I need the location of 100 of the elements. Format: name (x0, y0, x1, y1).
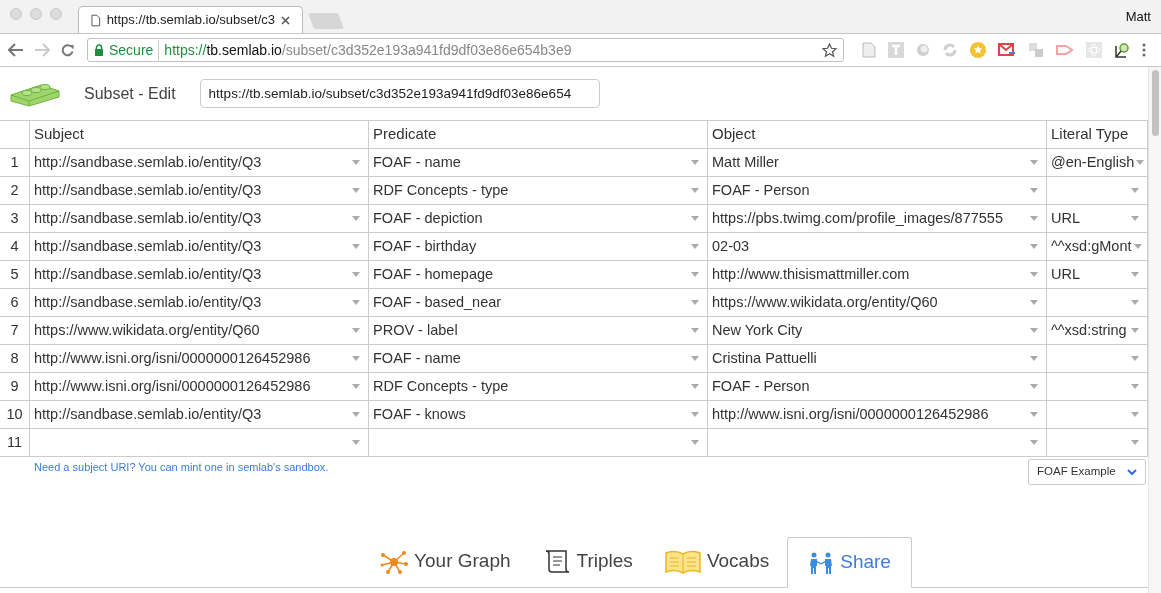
view-tab[interactable]: Triples (528, 536, 647, 587)
caret-icon (691, 384, 699, 389)
dropdown-cell[interactable]: RDF Concepts - type (369, 177, 708, 204)
dropdown-cell[interactable]: FOAF - homepage (369, 261, 708, 288)
window-close-button[interactable] (10, 8, 22, 20)
dropdown-cell[interactable]: https://www.wikidata.org/entity/Q60 (708, 289, 1047, 316)
dropdown-cell[interactable]: FOAF - Person (708, 177, 1047, 204)
caret-icon (1131, 300, 1139, 305)
dropdown-cell[interactable]: http://www.isni.org/isni/0000000126452986 (30, 373, 369, 400)
caret-icon (352, 328, 360, 333)
dropdown-cell[interactable]: FOAF - Person (708, 373, 1047, 400)
column-header: Predicate (373, 124, 437, 145)
caret-icon (1030, 412, 1038, 417)
dropdown-cell[interactable]: New York City (708, 317, 1047, 344)
menu-icon[interactable] (1142, 43, 1146, 57)
caret-icon (1131, 188, 1139, 193)
caret-icon (1030, 356, 1038, 361)
view-tab[interactable]: Your Graph (366, 536, 525, 587)
dropdown-cell[interactable]: FOAF - depiction (369, 205, 708, 232)
caret-icon (691, 188, 699, 193)
document-icon (91, 13, 101, 27)
dropdown-cell[interactable]: RDF Concepts - type (369, 373, 708, 400)
dropdown-cell[interactable]: PROV - label (369, 317, 708, 344)
star-badge-icon[interactable] (970, 42, 986, 58)
close-icon[interactable] (281, 15, 290, 25)
caret-icon (691, 272, 699, 277)
scrollbar-thumb[interactable] (1151, 70, 1159, 136)
page-icon[interactable] (862, 42, 876, 58)
dropdown-cell[interactable]: https://www.wikidata.org/entity/Q60 (30, 317, 369, 344)
caret-icon (691, 356, 699, 361)
dropdown-cell[interactable]: http://www.isni.org/isni/0000000126452986 (708, 401, 1047, 428)
book-icon (664, 549, 701, 574)
dropdown-cell[interactable]: http://sandbase.semlab.io/entity/Q3 (30, 233, 369, 260)
dropdown-cell[interactable]: https://pbs.twimg.com/profile_images/877555 (708, 205, 1047, 232)
column-header: Subject (34, 124, 85, 145)
new-tab-button[interactable] (308, 13, 344, 29)
caret-icon (691, 328, 699, 333)
caret-icon (691, 216, 699, 221)
back-icon[interactable] (8, 43, 24, 57)
window-minimize-button[interactable] (30, 8, 42, 20)
dropdown-cell[interactable]: FOAF - knows (369, 401, 708, 428)
mail-icon[interactable] (998, 43, 1016, 57)
caret-icon (691, 244, 699, 249)
dropdown-cell[interactable]: http://sandbase.semlab.io/entity/Q3 (30, 177, 369, 204)
dropdown-cell[interactable]: http://www.thisismattmiller.com (708, 261, 1047, 288)
dropdown-cell[interactable]: FOAF - based_near (369, 289, 708, 316)
caret-icon (352, 216, 360, 221)
dropdown-cell[interactable]: FOAF - birthday (369, 233, 708, 260)
dropdown-cell[interactable]: FOAF - name (369, 345, 708, 372)
secure-label: Secure (109, 39, 160, 61)
squares-icon[interactable] (1028, 42, 1044, 58)
row-number: 8 (10, 348, 19, 368)
dropdown-cell[interactable]: http://sandbase.semlab.io/entity/Q3 (30, 289, 369, 316)
star-icon[interactable] (822, 42, 837, 58)
text-extension-icon[interactable] (888, 42, 904, 58)
sync-icon[interactable] (942, 42, 958, 58)
browser-tab[interactable]: https://tb.semlab.io/subset/c3 (78, 6, 303, 33)
lock-icon (94, 44, 104, 56)
magnifier-icon[interactable] (1114, 42, 1130, 58)
forward-icon[interactable] (34, 43, 50, 57)
row-number: 9 (10, 376, 19, 396)
caret-icon (1131, 272, 1139, 277)
dropdown-cell[interactable]: FOAF - name (369, 149, 708, 176)
dropdown-cell[interactable]: http://www.isni.org/isni/0000000126452986 (30, 345, 369, 372)
caret-icon (352, 244, 360, 249)
dropdown-cell[interactable]: Matt Miller (708, 149, 1047, 176)
caret-icon (1136, 160, 1145, 165)
url-text: https://tb.semlab.io/subset/c3d352e193a941fd9df03e86e654b3e9 (164, 40, 572, 60)
caret-icon (1131, 216, 1139, 221)
dropdown-cell[interactable]: 02-03 (708, 233, 1047, 260)
caret-icon (1030, 216, 1038, 221)
caret-icon (1030, 328, 1038, 333)
reload-icon[interactable] (60, 42, 75, 58)
people-icon (808, 550, 835, 575)
caret-icon (352, 272, 360, 277)
row-number: 10 (6, 404, 23, 424)
dropdown-cell[interactable]: http://sandbase.semlab.io/entity/Q3 (30, 149, 369, 176)
arrow-shape-icon[interactable] (1056, 43, 1074, 57)
view-tab[interactable]: Share (787, 537, 912, 588)
profile-name[interactable]: Matt (1125, 7, 1151, 27)
caret-icon (691, 300, 699, 305)
caret-icon (352, 412, 360, 417)
tab-title: https://tb.semlab.io/subset/c3 (106, 11, 275, 30)
ball-icon[interactable] (916, 43, 930, 57)
dropdown-cell[interactable]: http://sandbase.semlab.io/entity/Q3 (30, 205, 369, 232)
caret-icon (1030, 300, 1038, 305)
caret-icon (691, 160, 699, 165)
dropdown-cell[interactable]: Cristina Pattuelli (708, 345, 1047, 372)
hint-link[interactable]: Need a subject URI? You can mint one in semlab's sandbox. (34, 459, 329, 476)
dropdown-cell[interactable]: http://sandbase.semlab.io/entity/Q3 (30, 261, 369, 288)
dropdown-cell[interactable]: http://sandbase.semlab.io/entity/Q3 (30, 401, 369, 428)
view-tab[interactable]: Vocabs (650, 536, 784, 587)
atom-icon[interactable] (1086, 42, 1102, 58)
example-select[interactable]: FOAF Example (1028, 459, 1146, 485)
caret-icon (691, 440, 699, 445)
url-field[interactable]: https://tb.semlab.io/subset/c3d352e193a941fd9df03e86e654 (199, 79, 600, 108)
caret-icon (691, 412, 699, 417)
window-maximize-button[interactable] (50, 8, 62, 20)
caret-icon (352, 300, 360, 305)
address-bar[interactable]: Secure https://tb.semlab.io/subset/c3d352e193a941fd9df03e86e654b3e9 (87, 38, 844, 62)
